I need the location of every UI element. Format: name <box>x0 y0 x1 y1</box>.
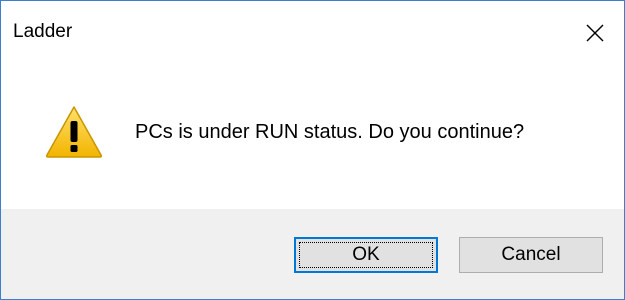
cancel-button[interactable]: Cancel <box>459 237 603 273</box>
title-bar: Ladder <box>1 1 624 65</box>
close-button[interactable] <box>566 1 624 65</box>
focus-rectangle <box>299 242 433 268</box>
message-dialog: Ladder PCs is under RUN status. Do you c… <box>0 0 625 300</box>
window-title: Ladder <box>13 21 73 42</box>
button-bar: OK Cancel <box>1 209 624 299</box>
close-icon <box>586 24 604 42</box>
warning-icon <box>45 106 103 158</box>
cancel-button-label: Cancel <box>501 244 561 265</box>
ok-button[interactable]: OK <box>294 237 438 273</box>
dialog-content: PCs is under RUN status. Do you continue… <box>1 65 624 209</box>
dialog-message: PCs is under RUN status. Do you continue… <box>135 121 525 143</box>
